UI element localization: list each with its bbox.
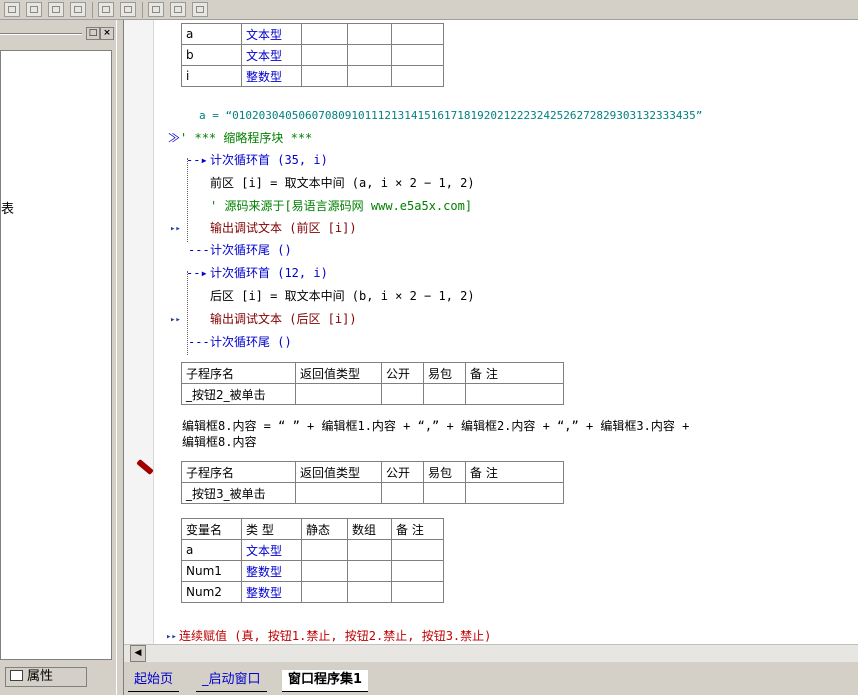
sub1-header-table: 子程序名 返回值类型 公开 易包 备 注 _按钮2_被单击 bbox=[181, 362, 564, 405]
align-bottom-icon[interactable] bbox=[70, 2, 86, 17]
column-header: 备 注 bbox=[391, 518, 444, 540]
panel-splitter[interactable] bbox=[116, 20, 124, 695]
close-button[interactable]: × bbox=[100, 27, 114, 40]
column-header: 易包 bbox=[423, 461, 466, 483]
left-panel: □ × 表 属性 bbox=[0, 20, 116, 687]
var-type-cell[interactable]: 整数型 bbox=[241, 65, 302, 87]
left-panel-titlebar: □ × bbox=[0, 26, 116, 42]
column-header: 类 型 bbox=[241, 518, 302, 540]
var-name-cell[interactable]: a bbox=[181, 539, 242, 561]
column-header: 返回值类型 bbox=[295, 461, 382, 483]
column-header: 变量名 bbox=[181, 518, 242, 540]
var-name-cell[interactable]: a bbox=[181, 23, 242, 45]
loop1-bracket bbox=[187, 158, 188, 242]
same-height-icon[interactable] bbox=[170, 2, 186, 17]
space-horizontal-icon[interactable] bbox=[98, 2, 114, 17]
var-name-cell[interactable]: i bbox=[181, 65, 242, 87]
table-row[interactable]: i 整数型 bbox=[181, 65, 444, 87]
var-name-cell[interactable]: Num2 bbox=[181, 581, 242, 603]
horizontal-scrollbar[interactable]: ◀ bbox=[124, 644, 858, 662]
var-name-cell[interactable]: Num1 bbox=[181, 560, 242, 582]
code-line-loop1-debug[interactable]: 输出调试文本 (前区 [i]) bbox=[210, 219, 357, 237]
column-header: 子程序名 bbox=[181, 362, 296, 384]
loop-tail-icon: --- bbox=[188, 243, 210, 257]
column-header: 数组 bbox=[347, 518, 392, 540]
column-header: 公开 bbox=[381, 461, 424, 483]
properties-tab[interactable]: 属性 bbox=[5, 667, 87, 687]
table-row[interactable]: a 文本型 bbox=[181, 539, 444, 561]
table-row[interactable]: Num2 整数型 bbox=[181, 581, 444, 603]
properties-tab-label: 属性 bbox=[27, 669, 54, 684]
editor-gutter bbox=[124, 20, 154, 644]
column-header: 公开 bbox=[381, 362, 424, 384]
table-row[interactable]: b 文本型 bbox=[181, 44, 444, 66]
toolbar bbox=[0, 0, 858, 20]
align-center-icon[interactable] bbox=[26, 2, 42, 17]
table-row[interactable]: _按钮3_被单击 bbox=[181, 482, 564, 504]
var-name-cell[interactable]: b bbox=[181, 44, 242, 66]
document-tabbar: 起始页 _启动窗口 窗口程序集1 bbox=[124, 662, 858, 695]
table-row: 变量名 类 型 静态 数组 备 注 bbox=[181, 518, 444, 540]
code-line-loop1-head[interactable]: 计次循环首 (35, i) bbox=[210, 151, 328, 169]
space-vertical-icon[interactable] bbox=[120, 2, 136, 17]
table-row: 子程序名 返回值类型 公开 易包 备 注 bbox=[181, 362, 564, 384]
restore-button[interactable]: □ bbox=[86, 27, 100, 40]
properties-icon bbox=[10, 670, 23, 681]
scroll-left-button[interactable]: ◀ bbox=[130, 645, 146, 662]
var-type-cell[interactable]: 整数型 bbox=[241, 560, 302, 582]
table-row[interactable]: _按钮2_被单击 bbox=[181, 383, 564, 405]
column-header: 备 注 bbox=[465, 461, 564, 483]
var-type-cell[interactable]: 文本型 bbox=[241, 539, 302, 561]
breakpoint-arrow-icon: ▸▸ bbox=[170, 224, 181, 234]
code-line-continuous-assign[interactable]: 连续赋值 (真, 按钮1.禁止, 按钮2.禁止, 按钮3.禁止) bbox=[179, 627, 491, 644]
code-line-loop2-tail[interactable]: 计次循环尾 () bbox=[210, 333, 292, 351]
code-line-fold[interactable]: ≫' *** 缩略程序块 *** bbox=[168, 129, 312, 147]
code-line-edit-assign-cont[interactable]: 编辑框8.内容 bbox=[182, 433, 256, 451]
code-editor[interactable]: a 文本型 b 文本型 i 整数型 a = “01020304050607080… bbox=[124, 20, 858, 644]
tab-window-assembly[interactable]: 窗口程序集1 bbox=[282, 670, 369, 692]
code-line-edit-assign[interactable]: 编辑框8.内容 = “ ” + 编辑框1.内容 + “,” + 编辑框2.内容 … bbox=[182, 417, 689, 435]
column-header: 返回值类型 bbox=[295, 362, 382, 384]
loop-arrow-icon: --▸ bbox=[186, 266, 208, 280]
code-line-loop1-tail[interactable]: 计次循环尾 () bbox=[210, 241, 292, 259]
column-header: 子程序名 bbox=[181, 461, 296, 483]
sub-name-cell[interactable]: _按钮2_被单击 bbox=[181, 383, 296, 405]
local-var-table-bottom: 变量名 类 型 静态 数组 备 注 a 文本型 Num1 整数型 Num2 整数… bbox=[181, 518, 444, 603]
loop-tail-icon: --- bbox=[188, 335, 210, 349]
var-type-cell[interactable]: 文本型 bbox=[241, 23, 302, 45]
table-row[interactable]: Num1 整数型 bbox=[181, 560, 444, 582]
var-type-cell[interactable]: 文本型 bbox=[241, 44, 302, 66]
code-line-loop2-body[interactable]: 后区 [i] = 取文本中间 (b, i × 2 − 1, 2) bbox=[210, 287, 475, 305]
fold-icon[interactable]: ≫ bbox=[168, 131, 180, 145]
code-line-loop2-debug[interactable]: 输出调试文本 (后区 [i]) bbox=[210, 310, 357, 328]
breakpoint-arrow-icon: ▸▸ bbox=[170, 315, 181, 325]
left-panel-content[interactable]: 表 bbox=[0, 50, 112, 660]
fold-comment: ' *** 缩略程序块 *** bbox=[180, 131, 313, 145]
side-glyph: 表 bbox=[1, 202, 15, 217]
tab-start-page[interactable]: 起始页 bbox=[128, 670, 180, 692]
tab-startup-window[interactable]: _启动窗口 bbox=[196, 670, 267, 692]
code-line-loop2-head[interactable]: 计次循环首 (12, i) bbox=[210, 264, 328, 282]
local-var-table-top: a 文本型 b 文本型 i 整数型 bbox=[181, 23, 444, 87]
breakpoint-arrow-icon: ▸▸ bbox=[166, 632, 177, 642]
table-row: 子程序名 返回值类型 公开 易包 备 注 bbox=[181, 461, 564, 483]
same-width-icon[interactable] bbox=[148, 2, 164, 17]
column-header: 备 注 bbox=[465, 362, 564, 384]
column-header: 静态 bbox=[301, 518, 348, 540]
sub-name-cell[interactable]: _按钮3_被单击 bbox=[181, 482, 296, 504]
align-grid-icon[interactable] bbox=[4, 2, 20, 17]
var-type-cell[interactable]: 整数型 bbox=[241, 581, 302, 603]
code-line-loop1-comment[interactable]: ' 源码来源于[易语言源码网 www.e5a5x.com] bbox=[210, 197, 472, 215]
sub2-header-table: 子程序名 返回值类型 公开 易包 备 注 _按钮3_被单击 bbox=[181, 461, 564, 504]
code-line-assign-a[interactable]: a = “01020304050607080910111213141516171… bbox=[199, 107, 702, 125]
code-line-loop1-body[interactable]: 前区 [i] = 取文本中间 (a, i × 2 − 1, 2) bbox=[210, 174, 475, 192]
align-top-icon[interactable] bbox=[48, 2, 64, 17]
table-row[interactable]: a 文本型 bbox=[181, 23, 444, 45]
same-size-icon[interactable] bbox=[192, 2, 208, 17]
loop-arrow-icon: --▸ bbox=[186, 153, 208, 167]
column-header: 易包 bbox=[423, 362, 466, 384]
